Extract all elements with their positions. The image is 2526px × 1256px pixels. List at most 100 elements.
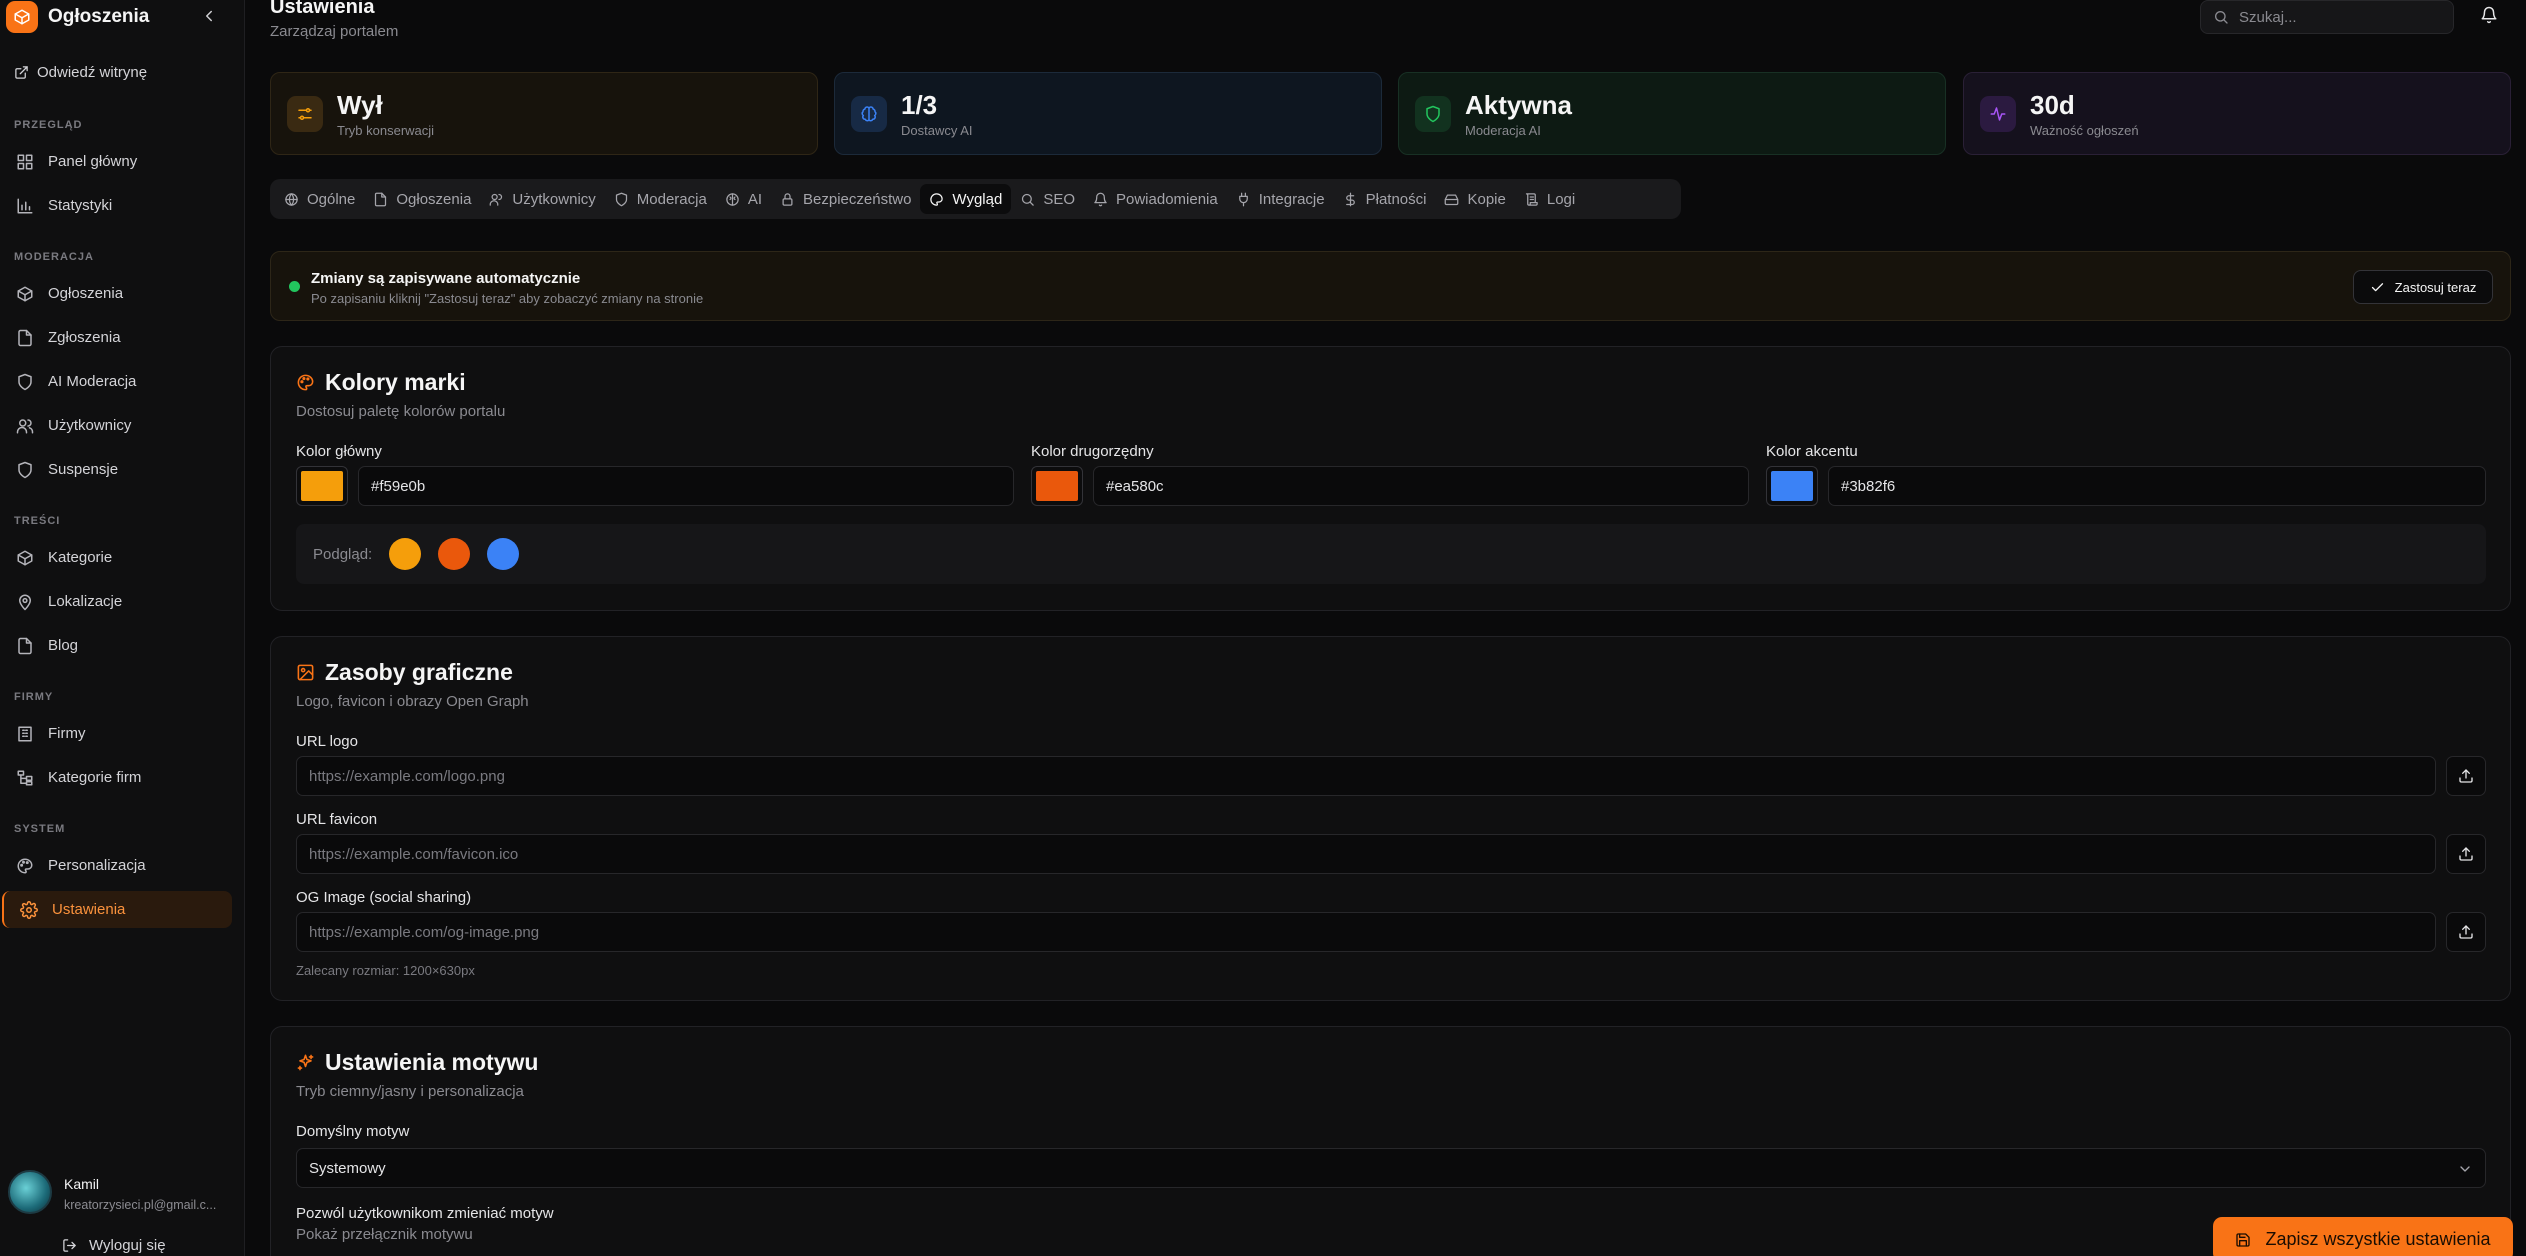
user-profile[interactable]: Kamil kreatorzysieci.pl@gmail.c... <box>8 1170 216 1214</box>
notifications-button[interactable] <box>2480 6 2498 24</box>
apply-now-button[interactable]: Zastosuj teraz <box>2353 270 2493 304</box>
accent-color-label: Kolor akcentu <box>1766 443 1858 460</box>
tab-moderation[interactable]: Moderacja <box>605 184 716 214</box>
sidebar-item-companies[interactable]: Firmy <box>2 715 232 752</box>
tab-label: Płatności <box>1365 190 1427 208</box>
chevron-left-icon[interactable] <box>200 7 220 27</box>
search-placeholder: Szukaj... <box>2239 8 2297 26</box>
upload-logo-button[interactable] <box>2446 756 2486 796</box>
section-label-companies: FIRMY <box>14 691 54 703</box>
tab-security[interactable]: Bezpieczeństwo <box>771 184 920 214</box>
logo-url-input[interactable]: https://example.com/logo.png <box>296 756 2436 796</box>
tab-appearance[interactable]: Wygląd <box>920 184 1012 214</box>
logout-button[interactable]: Wyloguj się <box>62 1237 166 1254</box>
sidebar-item-company-categories[interactable]: Kategorie firm <box>2 759 232 796</box>
accent-color-input[interactable]: #3b82f6 <box>1828 466 2486 506</box>
stat-ai-providers: 1/3 Dostawcy AI <box>834 72 1382 155</box>
sidebar-item-categories[interactable]: Kategorie <box>2 539 232 576</box>
status-dot <box>289 281 300 292</box>
scroll-icon <box>1525 192 1538 206</box>
sidebar-item-reports[interactable]: Zgłoszenia <box>2 319 232 356</box>
sidebar-item-label: Ogłoszenia <box>48 285 124 302</box>
search-input[interactable]: Szukaj... <box>2200 0 2454 34</box>
users-icon <box>16 418 34 433</box>
shield-icon <box>615 192 627 206</box>
sidebar-item-ai-moderation[interactable]: AI Moderacja <box>2 363 232 400</box>
sidebar-item-locations[interactable]: Lokalizacje <box>2 583 232 620</box>
bell-icon <box>1094 192 1107 206</box>
primary-color-input[interactable]: #f59e0b <box>358 466 1014 506</box>
upload-icon <box>2459 847 2473 861</box>
sparkles-icon <box>297 1054 314 1071</box>
tab-logs[interactable]: Logi <box>1515 184 1584 214</box>
logout-icon <box>63 1239 76 1252</box>
save-all-button[interactable]: Zapisz wszystkie ustawienia <box>2213 1217 2513 1256</box>
sidebar-item-dashboard[interactable]: Panel główny <box>2 143 232 180</box>
secondary-color-input[interactable]: #ea580c <box>1093 466 1749 506</box>
sidebar-item-users[interactable]: Użytkownicy <box>2 407 232 444</box>
og-image-input[interactable]: https://example.com/og-image.png <box>296 912 2436 952</box>
allow-theme-label: Pozwól użytkownikom zmieniać motyw <box>296 1205 554 1222</box>
banner-title: Zmiany są zapisywane automatycznie <box>311 270 581 287</box>
accent-color-picker[interactable] <box>1766 466 1818 506</box>
sliders-icon <box>287 95 323 132</box>
file-icon <box>18 637 32 654</box>
sidebar-item-listings[interactable]: Ogłoszenia <box>2 275 232 312</box>
map-pin-icon <box>19 594 31 610</box>
tab-listings[interactable]: Ogłoszenia <box>364 184 480 214</box>
sidebar-item-suspensions[interactable]: Suspensje <box>2 451 232 488</box>
sidebar-item-personalization[interactable]: Personalizacja <box>2 847 232 884</box>
sidebar-item-label: AI Moderacja <box>48 373 137 390</box>
tab-notifications[interactable]: Powiadomienia <box>1084 184 1227 214</box>
preview-label: Podgląd: <box>313 545 373 563</box>
tab-label: Kopie <box>1467 190 1506 208</box>
stat-maintenance: Wył Tryb konserwacji <box>270 72 818 155</box>
sidebar-item-blog[interactable]: Blog <box>2 627 232 664</box>
dollar-icon <box>1345 192 1355 206</box>
tab-users[interactable]: Użytkownicy <box>480 184 604 214</box>
tab-backups[interactable]: Kopie <box>1435 184 1514 214</box>
tab-payments[interactable]: Płatności <box>1334 184 1436 214</box>
secondary-color-picker[interactable] <box>1031 466 1083 506</box>
stat-value: Wył <box>337 89 383 120</box>
visit-site-link[interactable]: Odwiedź witrynę <box>14 64 147 81</box>
building-icon <box>18 726 32 741</box>
search-icon <box>2215 11 2228 24</box>
sidebar-item-stats[interactable]: Statystyki <box>2 187 232 224</box>
stat-label: Tryb konserwacji <box>337 122 435 138</box>
tab-general[interactable]: Ogólne <box>275 184 364 214</box>
brand[interactable]: Ogłoszenia <box>6 0 149 34</box>
save-all-label: Zapisz wszystkie ustawienia <box>2265 1229 2491 1249</box>
gear-icon <box>20 900 38 919</box>
tab-integrations[interactable]: Integracje <box>1227 184 1334 214</box>
card-subtitle: Dostosuj paletę kolorów portalu <box>296 403 506 420</box>
banner-subtitle: Po zapisaniu kliknij "Zastosuj teraz" ab… <box>311 291 704 306</box>
tab-label: Powiadomienia <box>1116 190 1218 208</box>
sidebar-item-label: Firmy <box>48 725 86 742</box>
secondary-color-label: Kolor drugorzędny <box>1031 443 1154 460</box>
favicon-url-input[interactable]: https://example.com/favicon.ico <box>296 834 2436 874</box>
primary-color-picker[interactable] <box>296 466 348 506</box>
tab-label: Logi <box>1546 190 1576 208</box>
upload-favicon-button[interactable] <box>2446 834 2486 874</box>
default-theme-select[interactable]: Systemowy <box>296 1148 2486 1188</box>
favicon-url-row: https://example.com/favicon.ico <box>296 834 2486 874</box>
preview-primary <box>389 538 422 570</box>
tab-ai[interactable]: AI <box>716 184 771 214</box>
page-subtitle: Zarządzaj portalem <box>270 23 399 40</box>
tab-label: Bezpieczeństwo <box>803 190 912 208</box>
upload-og-image-button[interactable] <box>2446 912 2486 952</box>
user-email: kreatorzysieci.pl@gmail.c... <box>64 1198 217 1212</box>
palette-icon <box>930 192 944 206</box>
section-label-overview: PRZEGLĄD <box>14 119 83 131</box>
package-icon <box>17 286 33 301</box>
activity-icon <box>1980 95 2016 132</box>
sidebar-item-label: Lokalizacje <box>48 593 123 610</box>
brain-icon <box>851 95 887 132</box>
palette-icon <box>17 858 33 873</box>
sidebar-item-label: Użytkownicy <box>48 417 132 434</box>
preview-accent <box>487 538 520 570</box>
card-subtitle: Tryb ciemny/jasny i personalizacja <box>296 1083 524 1100</box>
sidebar-item-settings[interactable]: Ustawienia <box>2 891 232 928</box>
tab-seo[interactable]: SEO <box>1011 184 1084 214</box>
